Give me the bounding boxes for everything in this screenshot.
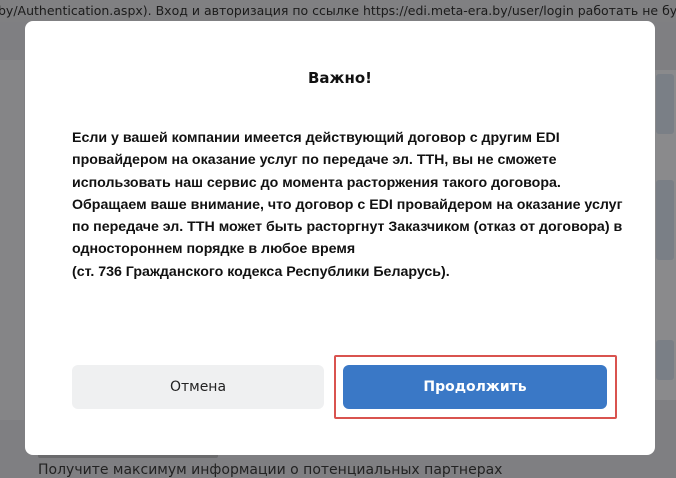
- background-illustration-1: [656, 74, 674, 134]
- continue-button[interactable]: Продолжить: [343, 365, 607, 409]
- background-notice-text: by/Authentication.aspx). Вход и авториза…: [0, 0, 676, 22]
- background-illustration-column: [652, 70, 676, 400]
- background-illustration-3: [656, 340, 674, 380]
- background-section-text: Получите максимум информации о потенциал…: [38, 462, 503, 478]
- dialog-paragraph-legal-reference: (ст. 736 Гражданского кодекса Республики…: [72, 263, 450, 280]
- dialog-message: Если у вашей компании имеется действующи…: [72, 127, 632, 283]
- dialog-title: Важно!: [308, 69, 372, 87]
- dialog-paragraph-termination-note: Обращаем ваше внимание, что договор с ED…: [72, 196, 623, 258]
- background-illustration-2: [656, 180, 674, 260]
- dialog-paragraph-contract-warning: Если у вашей компании имеется действующи…: [72, 130, 561, 191]
- background-panel-left: [0, 60, 24, 420]
- warning-dialog: Важно! Если у вашей компании имеется дей…: [25, 21, 655, 455]
- cancel-button[interactable]: Отмена: [72, 365, 324, 409]
